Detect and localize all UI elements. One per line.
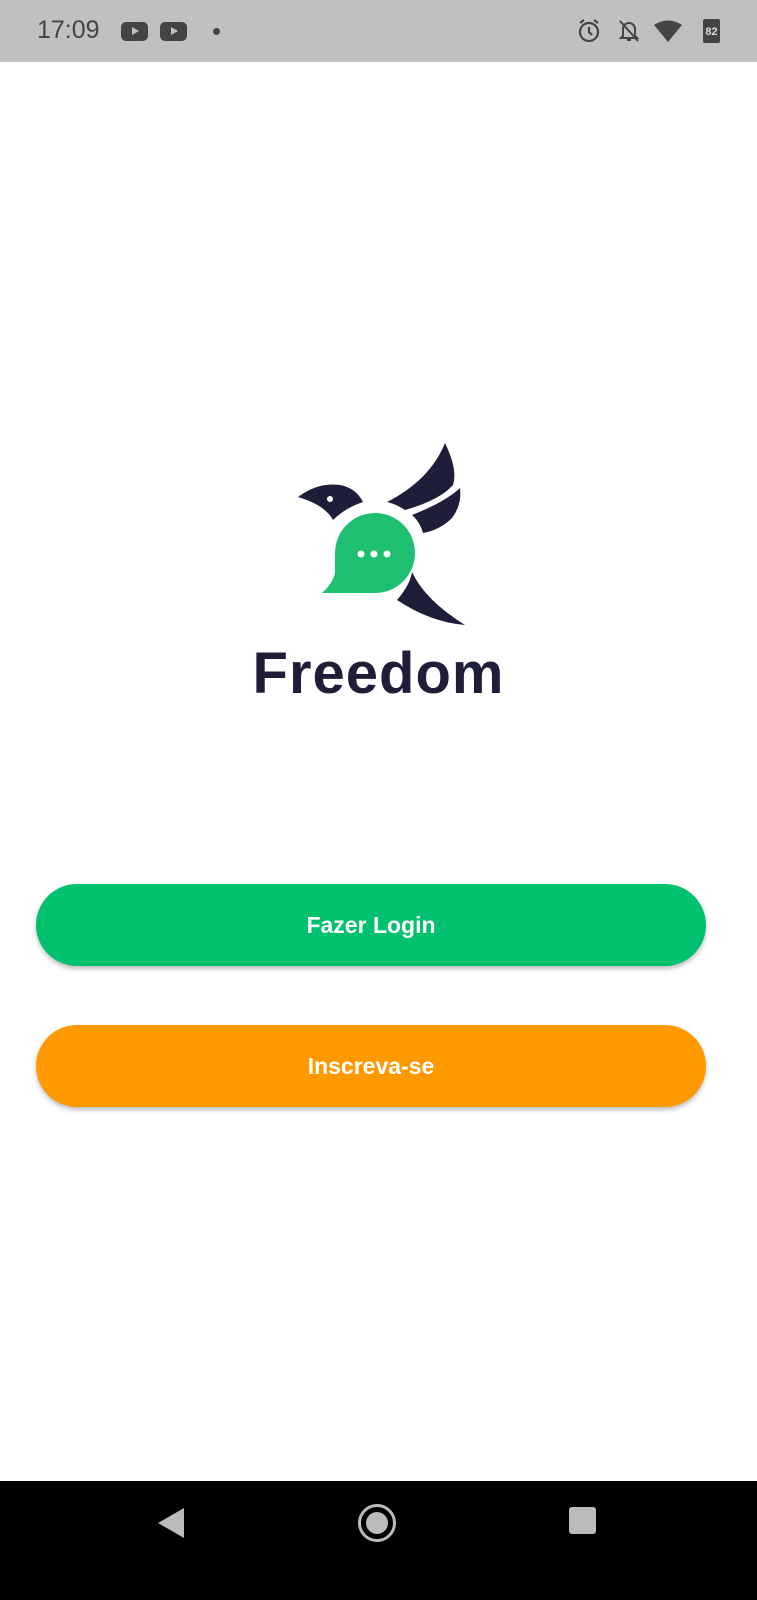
status-time: 17:09 (37, 16, 100, 44)
battery-icon: 82 (703, 19, 720, 43)
notification-dot-icon (213, 28, 220, 35)
youtube-icon (121, 22, 148, 41)
back-icon[interactable] (158, 1508, 184, 1538)
alarm-icon (578, 19, 600, 43)
navigation-bar (0, 1481, 757, 1600)
wifi-icon (654, 20, 682, 42)
signup-button[interactable]: Inscreva-se (36, 1025, 706, 1107)
recents-icon[interactable] (569, 1507, 596, 1534)
app-logo (298, 443, 465, 625)
login-button[interactable]: Fazer Login (36, 884, 706, 966)
status-bar: 17:09 82 (0, 0, 757, 62)
youtube-icon (160, 22, 187, 41)
notifications-off-icon (618, 20, 640, 42)
app-title: Freedom (252, 641, 505, 706)
home-icon[interactable] (358, 1504, 396, 1542)
